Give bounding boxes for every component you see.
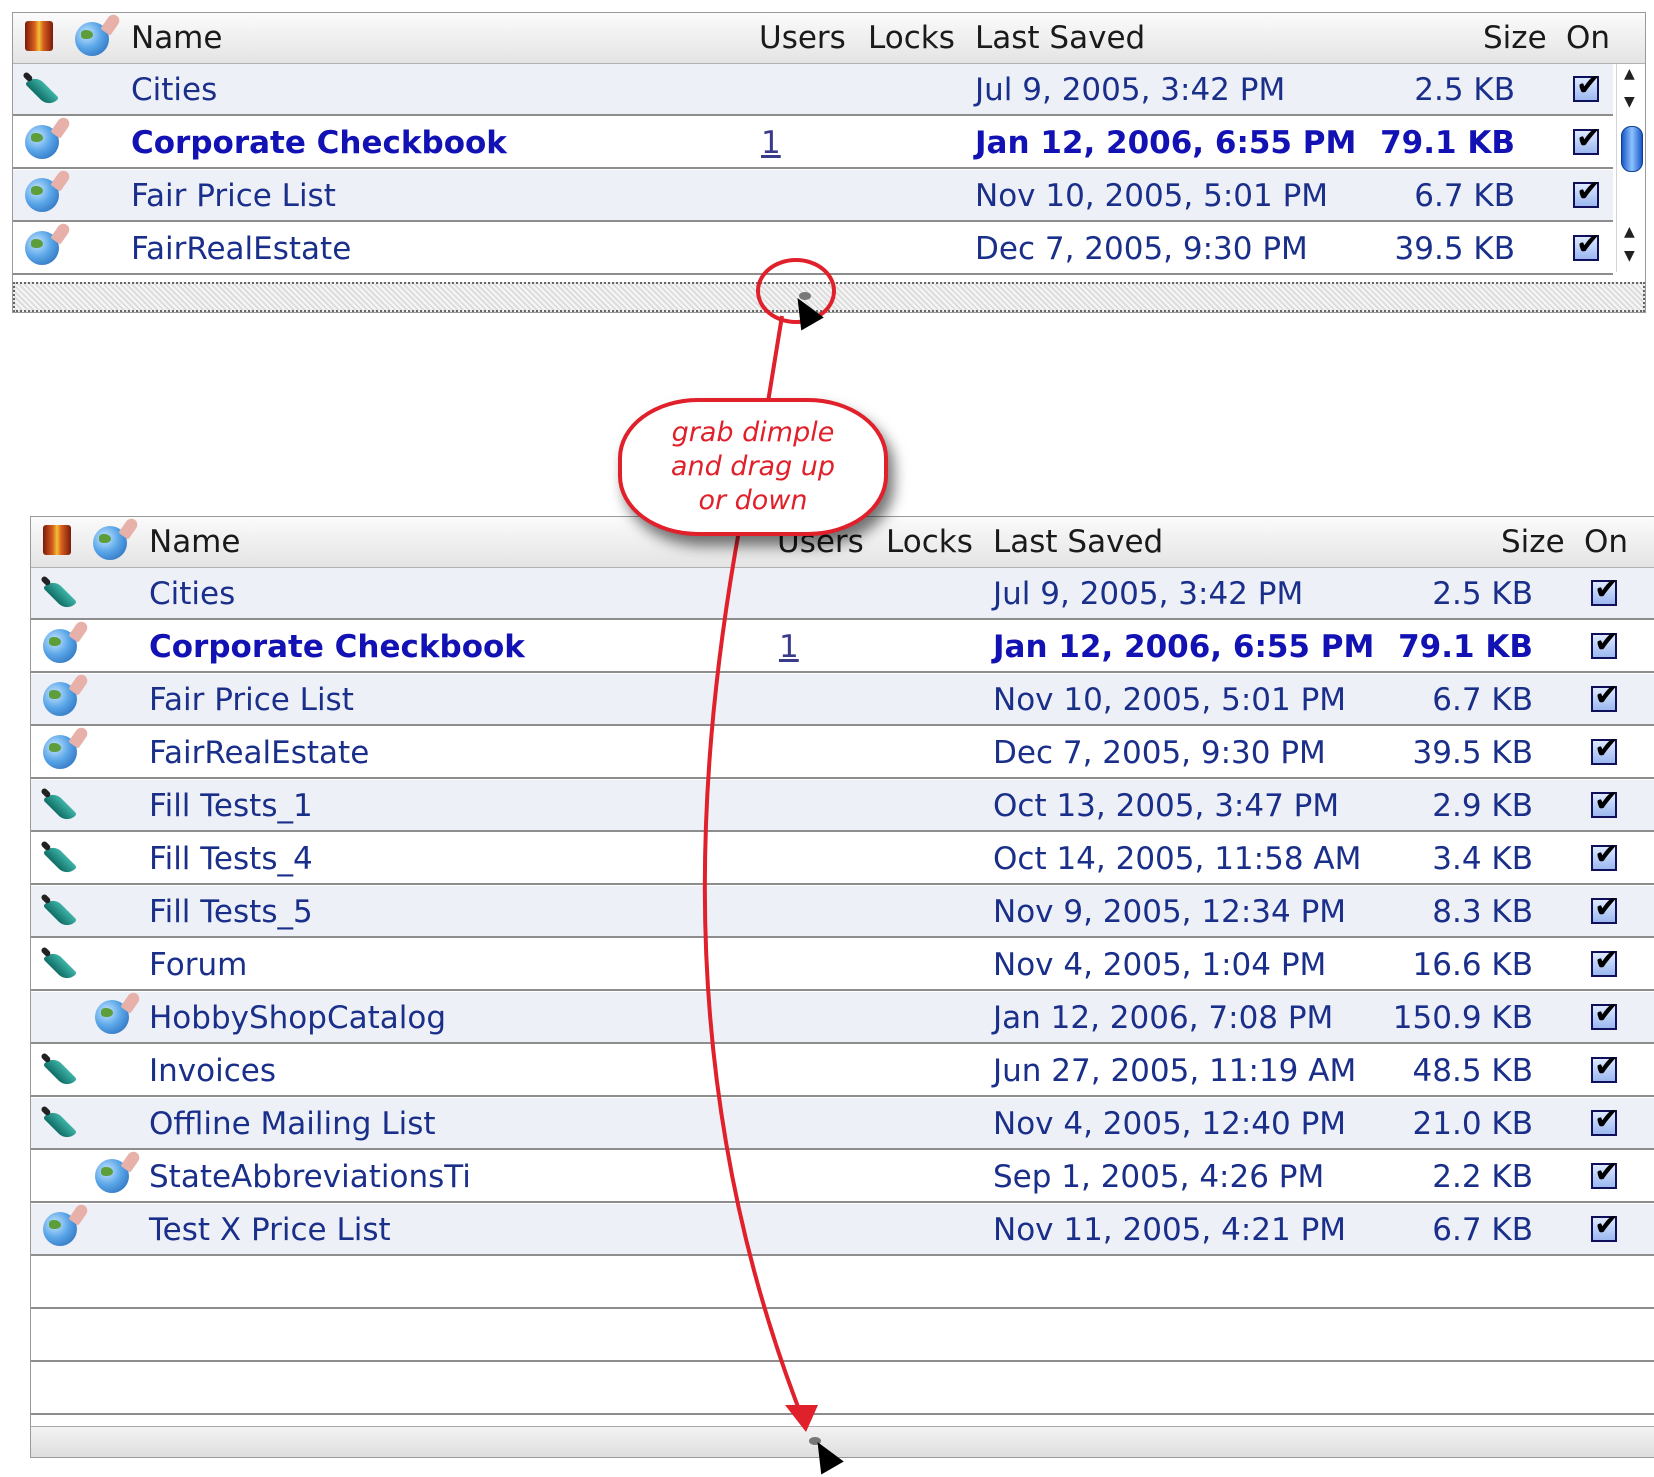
callout-line-3: or down — [698, 485, 808, 516]
callout-line-1: grab dimple — [671, 417, 835, 448]
arrow-line-top — [766, 315, 784, 403]
arrow-head-icon — [785, 1405, 818, 1432]
callout-bubble: grab dimple and drag up or down — [618, 398, 888, 536]
callout-text: grab dimple and drag up or down — [671, 416, 835, 518]
annotation-arrows — [702, 315, 818, 1432]
arrow-line-down — [702, 524, 802, 1413]
callout-line-2: and drag up — [670, 451, 836, 482]
